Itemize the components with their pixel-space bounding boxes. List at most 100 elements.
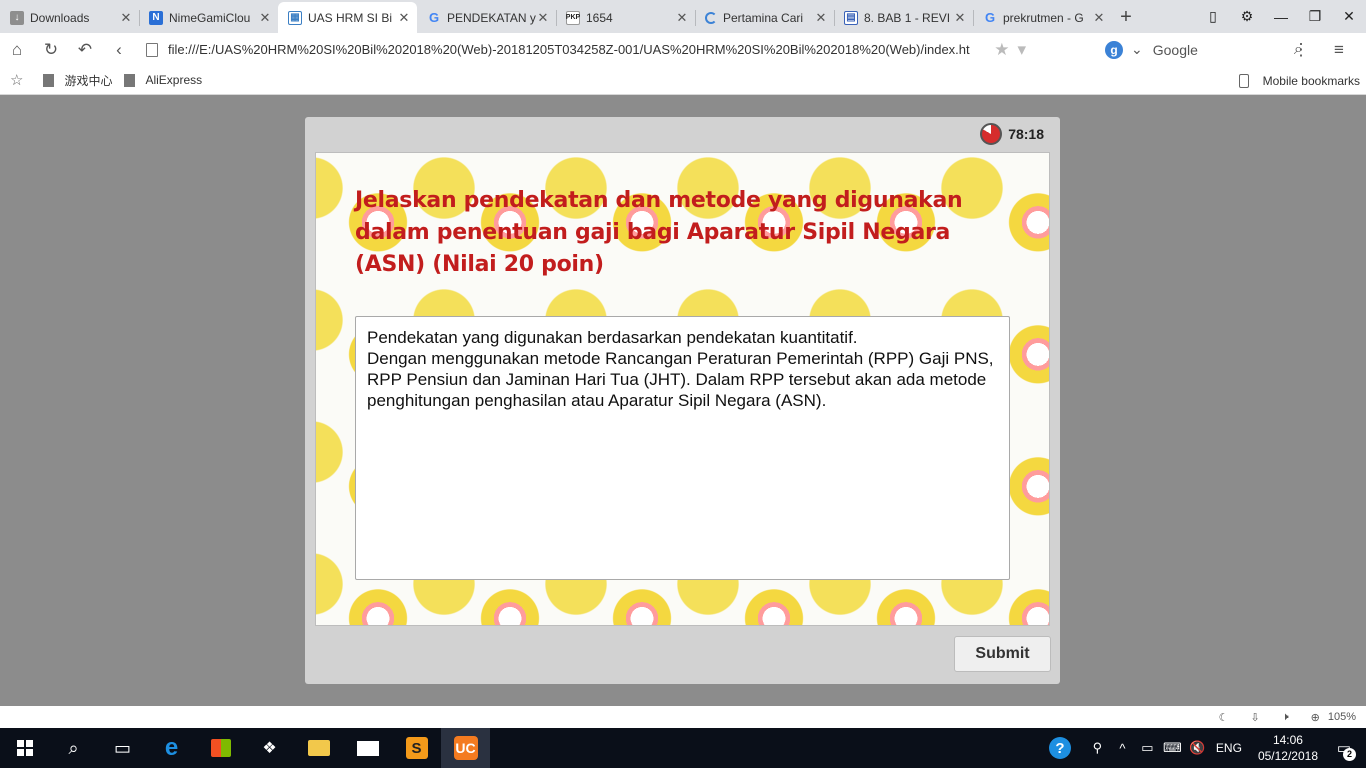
search-engine-label: Google (1152, 41, 1198, 58)
answer-textarea[interactable]: Pendekatan yang digunakan berdasarkan pe… (355, 316, 1010, 580)
close-icon[interactable]: ✕ (1092, 10, 1106, 26)
zoom-icon[interactable]: ⊕ (1311, 711, 1320, 724)
uc-browser-icon: UC (453, 736, 478, 760)
zoom-level[interactable]: 105% (1328, 711, 1356, 723)
tab-title: NimeGamiClou (169, 10, 251, 25)
quiz-card: 78:18 Jelaskan pendekatan dan metode yan… (305, 117, 1060, 684)
google-icon: g (1105, 40, 1123, 59)
address-url[interactable]: file:///E:/UAS%20HRM%20SI%20Bil%202018%2… (168, 42, 986, 57)
search-box[interactable]: g ⌄ Google ⌕ (1105, 33, 1303, 66)
page-icon: ▦ (288, 10, 302, 25)
close-icon[interactable]: ✕ (119, 10, 133, 26)
maximize-icon[interactable]: ❐ (1298, 8, 1332, 25)
battery-icon[interactable]: ▭ (1135, 740, 1160, 756)
timer-value: 78:18 (1008, 126, 1044, 142)
answer-line: Dengan menggunakan metode Rancangan Pera… (367, 349, 994, 410)
language-indicator[interactable]: ENG (1216, 741, 1242, 755)
chevron-down-icon[interactable]: ⌄ (1131, 41, 1143, 58)
search-icon[interactable]: ⌕ (49, 728, 98, 768)
downloads-icon: ↓ (10, 10, 24, 25)
store-icon (210, 739, 231, 757)
tab-nimegami[interactable]: N NimeGamiClou ✕ (139, 2, 278, 33)
people-icon[interactable]: ⚲ (1085, 740, 1110, 756)
google-icon: G (428, 10, 440, 25)
tab-pertamina[interactable]: Pertamina Cari ✕ (695, 2, 834, 33)
close-icon[interactable]: ✕ (675, 10, 689, 26)
tab-downloads[interactable]: ↓ Downloads ✕ (0, 2, 139, 33)
tab-title: prekrutmen - G (1003, 10, 1084, 25)
address-bar[interactable]: file:///E:/UAS%20HRM%20SI%20Bil%202018%2… (146, 40, 1026, 60)
sublime-app[interactable]: S (392, 728, 441, 768)
tab-menu-icon[interactable]: ▯ (1196, 8, 1230, 25)
browser-toolbar: ⌂ ↻ ↶ ‹ file:///E:/UAS%20HRM%20SI%20Bil%… (0, 33, 1366, 66)
moon-icon[interactable]: ☾ (1219, 711, 1229, 724)
tab-title: 8. BAB 1 - REVI (864, 10, 951, 25)
submit-button[interactable]: Submit (954, 636, 1051, 672)
pkp-icon: PKP (566, 10, 580, 25)
tab-title: 1654 (586, 10, 613, 25)
chevron-down-icon[interactable]: ▾ (1017, 40, 1026, 60)
download-icon[interactable]: ⇩ (1250, 711, 1259, 724)
tab-title: PENDEKATAN y (447, 10, 536, 25)
extension-icon[interactable]: ⚙ (1230, 8, 1264, 25)
close-window-icon[interactable]: ✕ (1332, 8, 1366, 25)
close-icon[interactable]: ✕ (536, 10, 550, 26)
question-text: Jelaskan pendekatan dan metode yang digu… (355, 188, 963, 277)
phone-icon (1238, 73, 1249, 88)
undo-icon[interactable]: ↶ (68, 40, 102, 60)
new-tab-button[interactable]: + (1112, 2, 1140, 33)
edge-icon: e (164, 734, 179, 761)
star-icon[interactable]: ★ (994, 40, 1009, 60)
reload-icon[interactable]: ↻ (34, 40, 68, 60)
minimize-icon[interactable]: — (1264, 9, 1298, 25)
bookmark-game-center[interactable]: 游戏中心 (43, 72, 112, 89)
edge-browser[interactable]: e (147, 728, 196, 768)
mobile-bookmarks[interactable]: Mobile bookmarks (1238, 66, 1360, 95)
status-bar: ☾ ⇩ 🕨 ⊕ 105% (0, 706, 1366, 728)
tab-pkp[interactable]: PKP 1654 ✕ (556, 2, 695, 33)
tab-title: UAS HRM SI Bi (308, 10, 393, 25)
system-clock[interactable]: 14:06 05/12/2018 (1258, 732, 1318, 764)
tab-pendekatan[interactable]: G PENDEKATAN y ✕ (417, 2, 556, 33)
close-icon[interactable]: ✕ (258, 10, 272, 26)
close-icon[interactable]: ✕ (953, 10, 967, 26)
file-icon (146, 42, 158, 57)
store-app[interactable] (196, 728, 245, 768)
dropbox-app[interactable]: ❖ (245, 728, 294, 768)
taskbar: ⌕ ▭ e ❖ S UC ? ⚲ ^ ▭ ⌨ 🔇 ENG 14:06 05/12… (0, 728, 1366, 768)
chevron-up-icon[interactable]: ^ (1110, 741, 1135, 756)
answer-line: Pendekatan yang digunakan berdasarkan pe… (367, 328, 858, 347)
google-icon: G (984, 10, 996, 25)
mute-icon[interactable]: 🔇 (1185, 740, 1210, 756)
bookmark-label: 游戏中心 (64, 73, 113, 88)
menu-icon[interactable]: ≡ (1320, 40, 1358, 60)
tab-uas-hrm[interactable]: ▦ UAS HRM SI Bi ✕ (278, 2, 417, 33)
bookmark-aliexpress[interactable]: AliExpress (124, 73, 202, 87)
page-icon (124, 73, 136, 87)
help-icon[interactable]: ? (1048, 737, 1071, 759)
task-view-icon[interactable]: ▭ (98, 728, 147, 768)
home-icon[interactable]: ⌂ (0, 40, 34, 60)
notification-icon[interactable]: ▭ 2 (1330, 739, 1358, 761)
mail-icon (356, 740, 379, 756)
uc-browser-app[interactable]: UC (441, 728, 490, 768)
tab-bab1[interactable]: ▤ 8. BAB 1 - REVI ✕ (834, 2, 973, 33)
notification-count: 2 (1343, 748, 1356, 761)
back-icon[interactable]: ‹ (102, 40, 136, 60)
file-explorer-app[interactable] (294, 728, 343, 768)
volume-icon[interactable]: 🕨 (1282, 711, 1289, 724)
start-button[interactable] (0, 728, 49, 768)
timer-icon (980, 123, 1003, 145)
tab-prekrutmen[interactable]: G prekrutmen - G ✕ (973, 2, 1112, 33)
sublime-icon: S (405, 737, 428, 759)
close-icon[interactable]: ✕ (397, 10, 411, 26)
star-icon[interactable]: ☆ (10, 71, 23, 89)
tab-title: Pertamina Cari (723, 10, 804, 25)
clock-time: 14:06 (1272, 733, 1303, 747)
network-icon[interactable]: ⌨ (1160, 740, 1185, 756)
mail-app[interactable] (343, 728, 392, 768)
window-controls: ▯ ⚙ — ❐ ✕ (1196, 0, 1366, 33)
more-icon[interactable]: ⋮ (1282, 40, 1320, 60)
close-icon[interactable]: ✕ (814, 10, 828, 26)
folder-icon (307, 740, 330, 756)
